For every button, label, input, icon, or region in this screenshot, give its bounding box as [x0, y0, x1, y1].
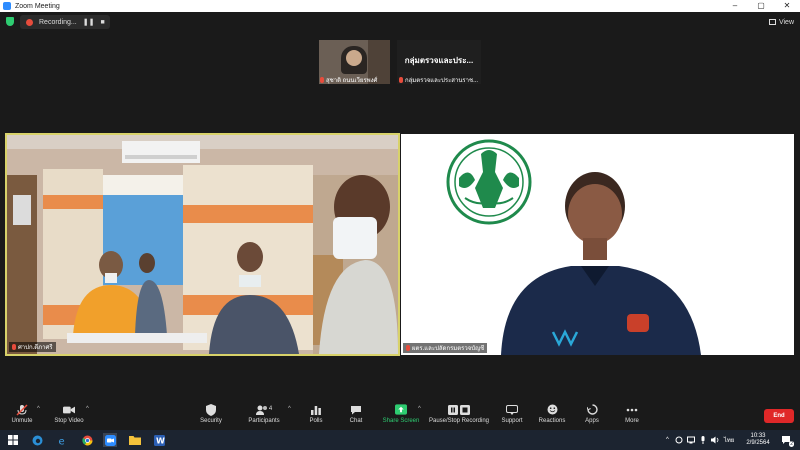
- start-button[interactable]: [6, 433, 20, 447]
- shield-icon: [205, 403, 217, 416]
- window-title: Zoom Meeting: [15, 2, 60, 10]
- security-button[interactable]: Security: [181, 403, 241, 424]
- view-label: View: [778, 18, 794, 26]
- more-dots-icon: [626, 404, 638, 415]
- participant-name: ศาปก.ดีภาศรี: [18, 345, 53, 351]
- microphone-muted-icon: [16, 403, 28, 416]
- microphone-tray-icon[interactable]: [699, 436, 707, 444]
- thumbnail-name-label: สุชาติ ถนนเวียรพงศ์: [320, 75, 390, 85]
- unmute-label: Unmute: [11, 418, 33, 424]
- video-name-tag: ผตร.และปลัดกรมตรวจบัญชี: [403, 343, 488, 353]
- grid-view-icon: [768, 19, 776, 25]
- smiley-icon: [546, 404, 558, 415]
- tray-expand-icon[interactable]: ^: [666, 437, 669, 443]
- video-camera-icon: [63, 404, 75, 415]
- video-options-caret-icon[interactable]: ^: [86, 406, 89, 412]
- muted-mic-icon: [12, 344, 16, 350]
- recording-controls-icon: [447, 404, 471, 415]
- share-screen-icon: [395, 404, 407, 415]
- video-name-tag: ศาปก.ดีภาศรี: [9, 342, 56, 352]
- windows-taskbar: e W ^ ไทย 10:33 2/9/2564 2: [0, 430, 800, 450]
- view-button[interactable]: View: [768, 16, 794, 28]
- participants-count: 4: [268, 406, 273, 412]
- chrome-app-icon[interactable]: [80, 433, 94, 447]
- support-icon: [506, 404, 518, 415]
- thumbnail-name-label: กลุ่มตรวจและประสานราช...: [399, 75, 481, 85]
- end-meeting-button[interactable]: End: [764, 409, 794, 423]
- internet-explorer-icon[interactable]: e: [55, 433, 69, 447]
- recording-dot-icon: [26, 18, 33, 26]
- meeting-toolbar: Unmute ^ Stop Video ^ Security 4 Partici…: [0, 400, 800, 430]
- apps-icon: [586, 404, 598, 415]
- pause-recording-button[interactable]: ❚❚: [83, 18, 95, 26]
- support-label: Support: [501, 418, 523, 424]
- apps-label: Apps: [585, 418, 599, 424]
- muted-mic-icon: [320, 77, 324, 83]
- meeting-room-video: [7, 135, 398, 354]
- maximize-button[interactable]: ▢: [748, 0, 774, 12]
- share-screen-label: Share Screen: [382, 418, 420, 424]
- stop-video-label: Stop Video: [54, 418, 84, 424]
- more-label: More: [625, 418, 639, 424]
- close-button[interactable]: ✕: [774, 0, 800, 12]
- pause-stop-recording-button[interactable]: Pause/Stop Recording: [429, 404, 489, 424]
- meeting-topbar: Recording... ❚❚ ■ View: [0, 12, 800, 32]
- record-label: Pause/Stop Recording: [428, 418, 490, 424]
- zoom-app-icon[interactable]: [103, 433, 117, 447]
- stop-video-button[interactable]: Stop Video: [39, 404, 99, 424]
- window-titlebar: Zoom Meeting – ▢ ✕: [0, 0, 800, 12]
- minimize-button[interactable]: –: [722, 0, 748, 12]
- virtual-background-video: [401, 134, 794, 355]
- edge-app-icon[interactable]: [30, 433, 44, 447]
- language-indicator[interactable]: ไทย: [724, 435, 735, 445]
- recording-label: Recording...: [39, 18, 77, 26]
- file-explorer-icon[interactable]: [128, 433, 142, 447]
- participant-name: กลุ่มตรวจและประสานราช...: [405, 78, 479, 84]
- participant-display-name: กลุ่มตรวจและประ...: [404, 56, 474, 65]
- window-controls: – ▢ ✕: [722, 0, 800, 12]
- participants-button[interactable]: 4 Participants: [234, 404, 294, 424]
- muted-mic-icon: [399, 77, 403, 83]
- chat-label: Chat: [349, 418, 363, 424]
- participant-name: ผตร.และปลัดกรมตรวจบัญชี: [412, 346, 485, 352]
- muted-mic-icon: [406, 345, 410, 351]
- polls-icon: [310, 404, 322, 415]
- people-tray-icon[interactable]: [675, 436, 683, 444]
- security-shield-icon[interactable]: [6, 17, 14, 26]
- security-label: Security: [200, 418, 222, 424]
- system-tray: ^ ไทย: [666, 430, 738, 450]
- participants-label: Participants: [248, 418, 280, 424]
- recording-indicator: Recording... ❚❚ ■: [20, 15, 110, 29]
- stop-recording-button[interactable]: ■: [100, 19, 104, 26]
- svg-text:W: W: [156, 436, 165, 445]
- share-screen-button[interactable]: Share Screen: [371, 404, 431, 424]
- svg-text:e: e: [58, 436, 64, 446]
- participant-name: สุชาติ ถนนเวียรพงศ์: [326, 78, 378, 84]
- video-tile[interactable]: ผตร.และปลัดกรมตรวจบัญชี: [401, 134, 794, 355]
- more-button[interactable]: More: [602, 404, 662, 424]
- word-app-icon[interactable]: W: [152, 433, 166, 447]
- participant-face: [346, 50, 362, 66]
- video-tile-active-speaker[interactable]: ศาปก.ดีภาศรี: [5, 133, 400, 356]
- chat-bubble-icon: [350, 404, 362, 415]
- taskbar-clock[interactable]: 10:33 2/9/2564: [744, 433, 772, 447]
- zoom-logo-icon: [3, 2, 11, 10]
- windows-logo-icon: [8, 435, 18, 445]
- volume-tray-icon[interactable]: [710, 436, 720, 444]
- notification-count-badge: 2: [789, 441, 794, 447]
- clock-time: 10:33: [750, 433, 766, 439]
- network-tray-icon[interactable]: [686, 436, 695, 444]
- action-center-button[interactable]: 2: [779, 433, 794, 447]
- clock-date: 2/9/2564: [746, 440, 770, 446]
- participants-icon: 4: [253, 404, 275, 415]
- share-options-caret-icon[interactable]: ^: [418, 406, 421, 412]
- polls-label: Polls: [309, 418, 323, 424]
